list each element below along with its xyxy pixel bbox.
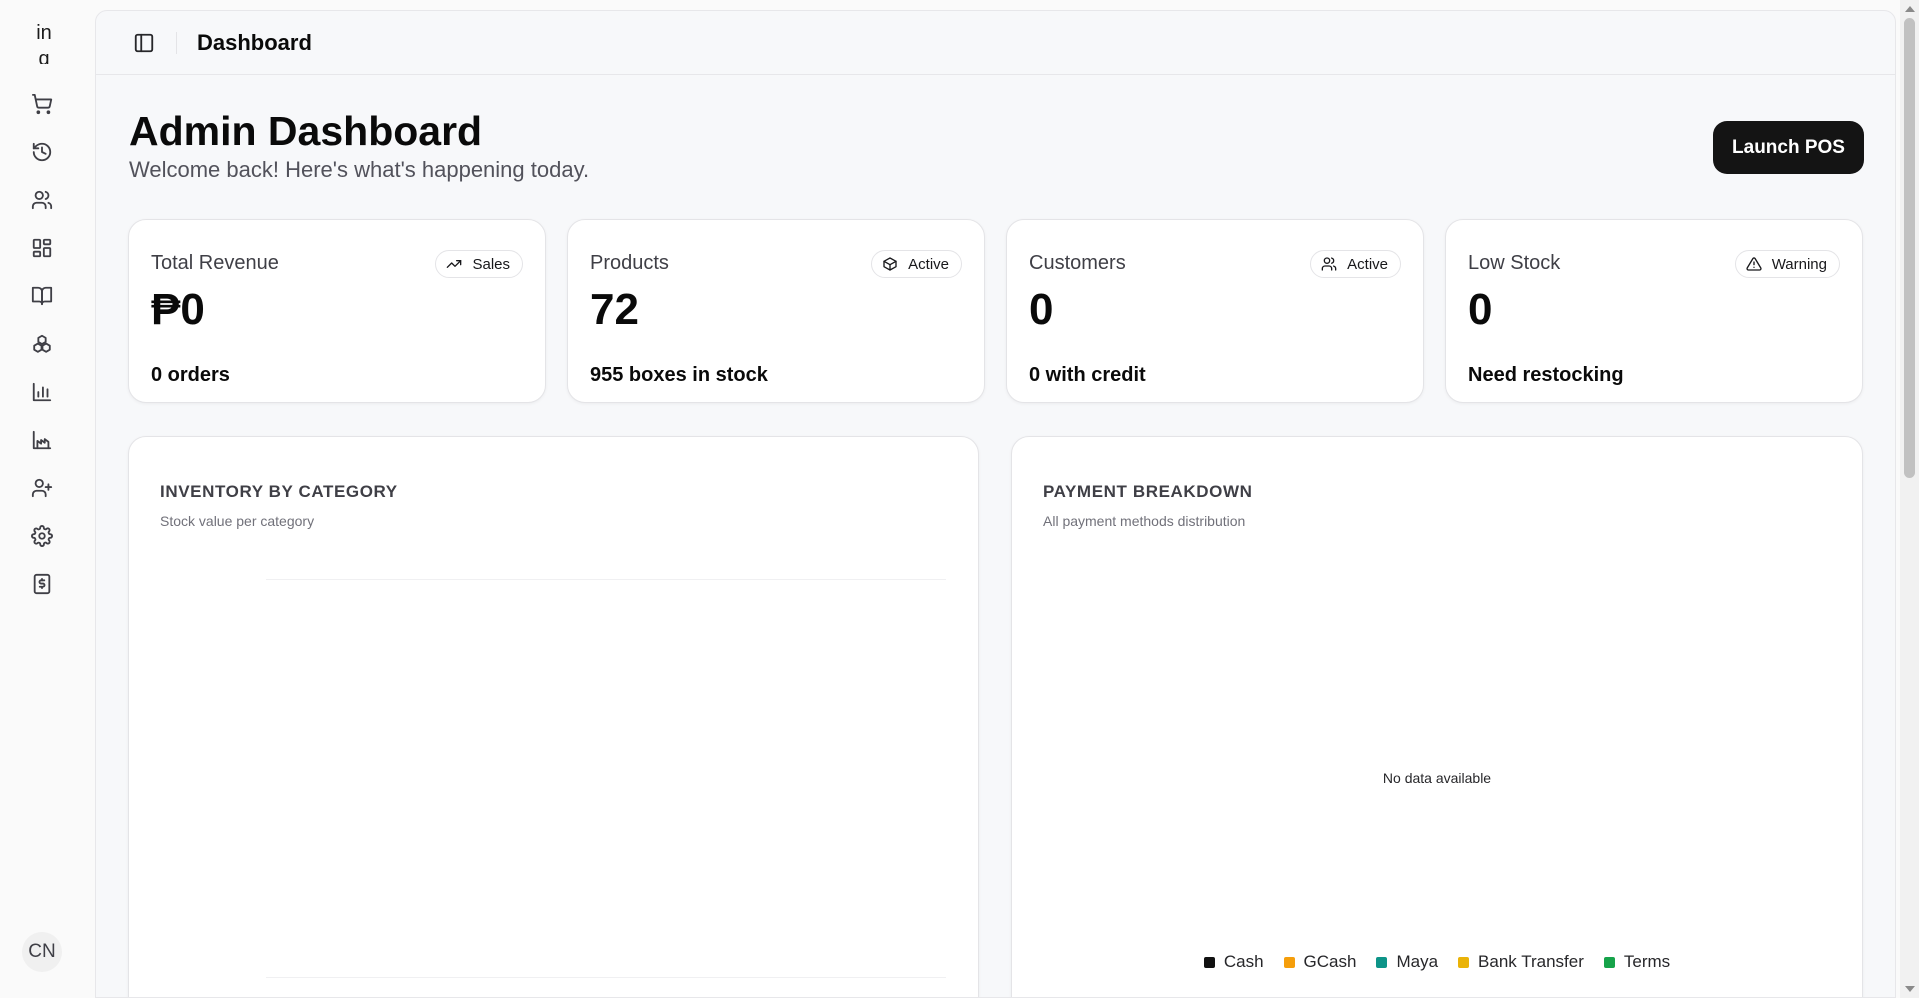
badge-label: Active: [908, 255, 949, 273]
scroll-down-icon[interactable]: [1905, 986, 1915, 992]
stat-label: Low Stock: [1468, 252, 1561, 274]
stat-footer: 955 boxes in stock: [590, 364, 768, 386]
panel-title: INVENTORY BY CATEGORY: [160, 482, 398, 501]
dashboard-grid-icon: [32, 238, 52, 258]
sidebar-item-reports[interactable]: [24, 374, 60, 410]
legend-label: Bank Transfer: [1478, 952, 1584, 971]
chart-legend: Cash GCash Maya Bank Transfer Terms: [1012, 952, 1862, 972]
sidebar-item-settings[interactable]: [24, 518, 60, 554]
sidebar-item-add-user[interactable]: [24, 470, 60, 506]
scrollbar-thumb[interactable]: [1904, 18, 1915, 478]
legend-label: GCash: [1303, 952, 1357, 971]
divider: [176, 31, 177, 54]
panel-subtitle: All payment methods distribution: [1043, 513, 1246, 529]
users-icon: [31, 190, 53, 210]
sidebar-toggle-button[interactable]: [130, 29, 158, 57]
boxes-icon: [33, 334, 51, 353]
bar-chart-icon: [32, 382, 52, 402]
badge-label: Warning: [1771, 255, 1827, 273]
sidebar-item-history[interactable]: [24, 134, 60, 170]
payment-breakdown-panel: PAYMENT BREAKDOWN All payment methods di…: [1011, 436, 1863, 997]
badge-label: Sales: [472, 255, 510, 273]
gear-icon: [31, 525, 53, 547]
status-badge: Active: [1310, 250, 1401, 278]
main-content: Dashboard Admin Dashboard Welcome back! …: [95, 10, 1896, 998]
stat-value: ₱0: [151, 285, 205, 334]
stat-value: 0: [1029, 285, 1054, 334]
page-scrollbar[interactable]: [1900, 0, 1919, 998]
sidebar: in ɑ CN: [0, 0, 94, 998]
legend-swatch: [1283, 956, 1295, 968]
sidebar-item-customers[interactable]: [24, 182, 60, 218]
stat-card-revenue: Total Revenue Sales ₱0 0 orders: [128, 219, 546, 403]
avatar[interactable]: CN: [22, 932, 62, 972]
cart-icon: [31, 93, 53, 115]
sidebar-nav: [24, 86, 60, 614]
sidebar-item-billing[interactable]: [24, 566, 60, 602]
chart-gridline: [266, 977, 946, 978]
chart-gridline: [266, 579, 946, 580]
panel-left-icon: [134, 33, 154, 52]
legend-item-gcash[interactable]: GCash: [1283, 952, 1357, 972]
factory-chart-icon: [32, 430, 52, 450]
package-icon: [883, 257, 897, 271]
stat-card-products: Products Active 72 955 boxes in stock: [567, 219, 985, 403]
history-icon: [32, 142, 52, 162]
users-icon: [1321, 257, 1337, 271]
sidebar-item-dashboard[interactable]: [24, 230, 60, 266]
topbar: Dashboard: [96, 11, 1895, 75]
page-title: Admin Dashboard: [129, 108, 483, 154]
legend-swatch: [1458, 956, 1470, 968]
legend-label: Terms: [1623, 952, 1671, 971]
breadcrumb: Dashboard: [197, 29, 312, 55]
legend-label: Maya: [1396, 952, 1439, 971]
brand-text: in: [36, 22, 52, 44]
inventory-chart-panel: INVENTORY BY CATEGORY Stock value per ca…: [128, 436, 979, 997]
stat-footer: 0 orders: [151, 364, 230, 386]
trending-up-icon: [447, 260, 462, 268]
warning-triangle-icon: [1746, 257, 1762, 271]
page-subtitle: Welcome back! Here's what's happening to…: [129, 157, 590, 182]
sidebar-item-inventory[interactable]: [24, 326, 60, 362]
stat-card-low-stock: Low Stock Warning 0 Need restocking: [1445, 219, 1863, 403]
status-badge: Active: [871, 250, 962, 278]
legend-swatch: [1603, 956, 1615, 968]
legend-item-cash[interactable]: Cash: [1203, 952, 1264, 972]
legend-label: Cash: [1223, 952, 1264, 971]
legend-swatch: [1376, 956, 1388, 968]
status-badge: Warning: [1734, 250, 1840, 278]
stat-footer: Need restocking: [1468, 364, 1624, 386]
stat-label: Total Revenue: [151, 252, 279, 274]
panel-title: PAYMENT BREAKDOWN: [1043, 482, 1253, 501]
page-header: Admin Dashboard Welcome back! Here's wha…: [129, 107, 589, 183]
stat-footer: 0 with credit: [1029, 364, 1146, 386]
sidebar-item-pos[interactable]: [24, 86, 60, 122]
user-plus-icon: [31, 478, 53, 498]
legend-item-bank-transfer[interactable]: Bank Transfer: [1458, 952, 1584, 972]
stat-value: 0: [1468, 285, 1493, 334]
receipt-dollar-icon: [33, 573, 51, 595]
brand-mark: ɑ: [38, 48, 50, 64]
stat-label: Products: [590, 252, 669, 274]
status-badge: Sales: [435, 250, 523, 278]
sidebar-item-catalog[interactable]: [24, 278, 60, 314]
stat-value: 72: [590, 285, 639, 334]
panel-subtitle: Stock value per category: [160, 513, 315, 529]
scroll-up-icon[interactable]: [1905, 6, 1915, 12]
sidebar-item-production[interactable]: [24, 422, 60, 458]
book-open-icon: [31, 286, 53, 306]
stat-card-customers: Customers Active 0 0 with credit: [1006, 219, 1424, 403]
stat-label: Customers: [1029, 252, 1126, 274]
brand-logo[interactable]: in ɑ: [28, 20, 60, 64]
legend-item-maya[interactable]: Maya: [1376, 952, 1438, 972]
empty-state-text: No data available: [1382, 770, 1492, 786]
legend-item-terms[interactable]: Terms: [1603, 952, 1671, 972]
launch-pos-button[interactable]: Launch POS: [1713, 121, 1864, 174]
legend-swatch: [1203, 956, 1215, 968]
badge-label: Active: [1347, 255, 1388, 273]
